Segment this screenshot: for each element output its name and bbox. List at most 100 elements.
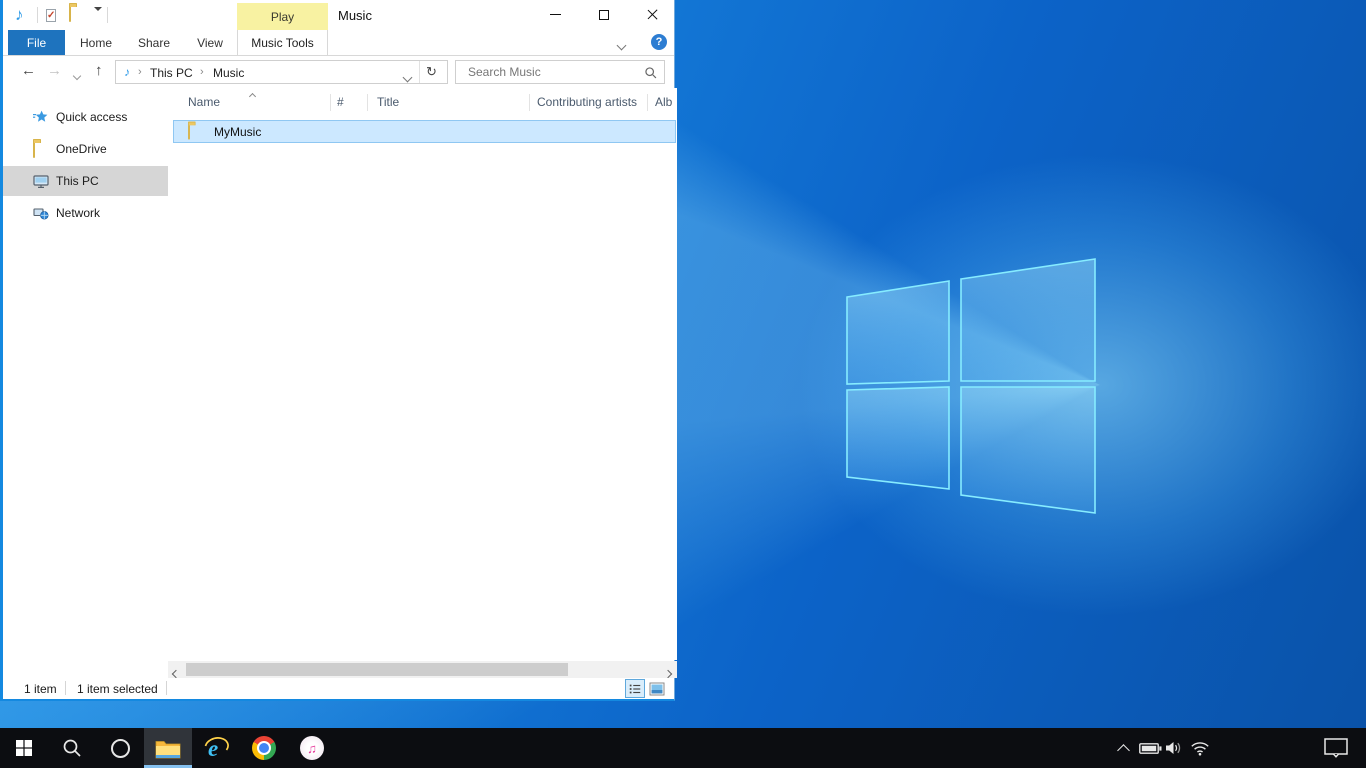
breadcrumb-chevron: › [138,66,142,78]
status-bar: 1 item 1 item selected [3,678,674,699]
recent-locations-button[interactable] [74,68,80,82]
customize-quick-access-button[interactable] [93,11,102,25]
window-title: Music [338,8,372,23]
column-resize-handle[interactable] [647,94,648,111]
column-resize-handle[interactable] [367,94,368,111]
taskbar-internet-explorer-button[interactable]: e [192,728,240,768]
tab-view[interactable]: View [186,30,234,55]
sort-ascending-icon [250,88,255,102]
taskbar-file-explorer-button[interactable] [144,728,192,768]
close-button[interactable] [630,0,674,29]
action-center-icon [1324,738,1348,758]
tab-file[interactable]: File [8,30,65,55]
file-explorer-icon [155,738,181,759]
ribbon-tab-row: File Home Share View Music Tools ? [3,30,674,56]
collapse-ribbon-button[interactable] [618,38,625,52]
sidebar-item-label: Network [56,206,100,220]
start-button[interactable] [0,728,48,768]
back-button[interactable]: ← [21,62,36,80]
properties-button[interactable]: ✓ [46,7,62,23]
properties-check-icon: ✓ [46,9,56,22]
sidebar-item-onedrive[interactable]: OneDrive [3,134,168,164]
column-resize-handle[interactable] [330,94,331,111]
toolbar-separator [37,7,38,23]
taskbar-chrome-button[interactable] [240,728,288,768]
taskbar-itunes-button[interactable]: ♫ [288,728,336,768]
status-separator [65,681,66,695]
wifi-tray-button[interactable] [1186,728,1214,768]
breadcrumb-chevron: › [200,66,204,78]
breadcrumb-music-note-icon: ♪ [124,65,130,79]
search-icon [62,738,82,758]
column-resize-handle[interactable] [529,94,530,111]
tab-home[interactable]: Home [71,30,121,55]
maximize-icon [599,10,609,20]
chevron-up-icon [1117,744,1130,757]
cortana-circle-icon [111,739,130,758]
new-folder-button[interactable] [69,7,85,23]
cortana-button[interactable] [96,728,144,768]
chevron-down-icon [617,41,627,51]
address-dropdown-button[interactable] [404,70,411,84]
details-view-button[interactable] [625,679,645,698]
sidebar-item-quick-access[interactable]: Quick access [3,102,168,132]
column-header-album[interactable]: Alb [655,90,672,114]
chevron-left-icon [172,670,180,678]
status-separator [166,681,167,695]
column-header-number[interactable]: # [337,90,344,114]
maximize-button[interactable] [582,0,626,29]
windows-logo-wallpaper [845,253,1097,519]
navigation-pane: Quick access OneDrive This PC [3,88,168,660]
sidebar-item-this-pc[interactable]: This PC [3,166,168,196]
battery-icon [1139,742,1162,755]
sidebar-item-network[interactable]: Network [3,198,168,228]
sidebar-item-label: OneDrive [56,142,107,156]
column-header-title[interactable]: Title [377,90,399,114]
search-input[interactable] [458,62,646,82]
internet-explorer-icon: e [203,735,229,761]
selection-count: 1 item selected [77,682,158,696]
customize-dropdown-icon [94,7,102,25]
scrollbar-thumb[interactable] [186,663,568,676]
new-folder-icon [69,6,71,22]
file-list-pane: Name # Title Contributing artists Alb My… [168,88,677,660]
large-icons-view-button[interactable] [647,679,667,698]
itunes-icon: ♫ [300,736,324,760]
tab-share[interactable]: Share [129,30,179,55]
tab-music-tools[interactable]: Music Tools [237,30,328,55]
thumbnail-view-icon [649,682,665,696]
file-row-mymusic[interactable]: MyMusic [173,120,676,143]
up-button[interactable]: ↑ [95,62,103,80]
taskbar-search-button[interactable] [48,728,96,768]
breadcrumb-this-pc[interactable]: This PC [150,66,193,80]
desktop-screen: ♪ ✓ Play Music File [0,0,1366,768]
close-icon [646,8,659,21]
contextual-tab-play[interactable]: Play [237,3,328,30]
details-view-icon [628,682,642,696]
column-header-contributing-artists[interactable]: Contributing artists [537,90,637,114]
volume-tray-button[interactable] [1160,728,1188,768]
minimize-icon [550,14,561,16]
forward-button[interactable]: → [47,62,62,80]
chrome-icon [252,736,276,760]
windows-start-icon [16,740,32,756]
taskbar: e ♫ [0,728,1366,768]
file-explorer-window: ♪ ✓ Play Music File [0,0,675,701]
title-bar[interactable]: ♪ ✓ Play Music [3,0,674,30]
column-header-name[interactable]: Name [188,90,220,114]
network-pc-icon [33,205,49,221]
file-row-label: MyMusic [214,125,261,139]
breadcrumb-music[interactable]: Music [213,66,244,80]
volume-icon [1164,740,1184,756]
action-center-button[interactable] [1316,728,1356,768]
item-count: 1 item [24,682,57,696]
sidebar-item-label: Quick access [56,110,127,124]
refresh-button[interactable]: ↻ [426,64,437,80]
horizontal-scrollbar[interactable] [168,661,677,678]
help-button[interactable]: ? [651,34,667,50]
minimize-button[interactable] [533,0,577,29]
address-breadcrumb-bar[interactable]: ♪ › This PC › Music ↻ [115,60,448,84]
show-hidden-icons-button[interactable] [1110,728,1136,768]
chevron-right-icon [664,670,672,678]
sidebar-item-label: This PC [56,174,99,188]
